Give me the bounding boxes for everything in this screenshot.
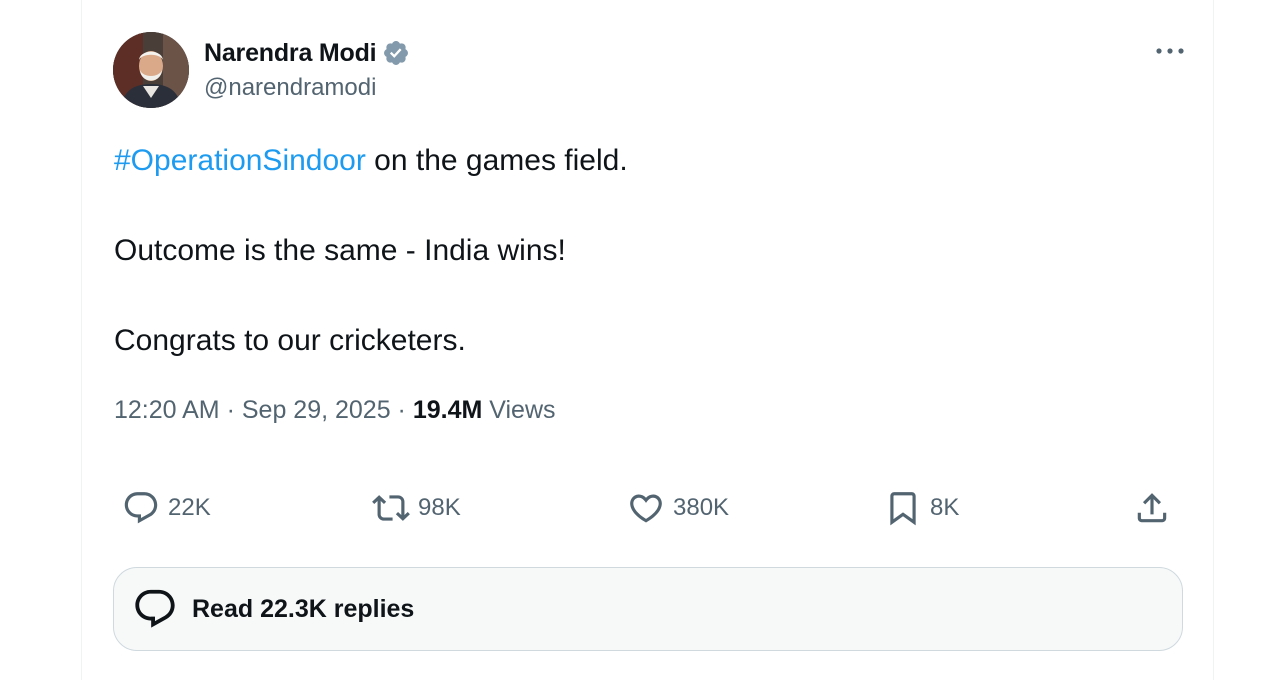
tweet-line-2: Outcome is the same - India wins! [114,234,566,267]
like-count: 380K [673,494,730,521]
views-count[interactable]: 19.4M [413,396,482,424]
tweet-line-1-text: on the games field. [365,144,628,177]
bookmark-icon [890,492,916,526]
author-name-row: Narendra Modi [204,36,410,70]
tweet-meta: 12:20 AM · Sep 29, 2025 · 19.4M Views [114,396,556,425]
replies-icon [135,589,175,628]
retweet-count: 98K [418,494,461,521]
reply-button[interactable]: 22K [122,486,211,530]
tweet-text: #OperationSindoor on the games field. Ou… [114,138,1174,363]
meta-separator: · [390,396,413,424]
meta-separator: · [219,396,242,424]
reply-count: 22K [168,494,211,521]
tweet-card: Narendra Modi @narendramodi #OperationSi… [81,0,1214,680]
share-button[interactable] [1133,486,1171,530]
bookmark-button[interactable]: 8K [884,486,959,530]
tweet-date[interactable]: Sep 29, 2025 [242,396,391,424]
more-options-button[interactable] [1150,36,1190,66]
page: Narendra Modi @narendramodi #OperationSi… [0,0,1280,680]
retweet-button[interactable]: 98K [372,486,461,530]
hashtag-link[interactable]: #OperationSindoor [114,144,366,177]
read-replies-label: Read 22.3K replies [192,594,415,623]
bookmark-count: 8K [930,494,960,521]
author-handle[interactable]: @narendramodi [204,74,376,102]
author-display-name[interactable]: Narendra Modi [204,39,377,68]
tweet-time[interactable]: 12:20 AM [114,396,220,424]
views-label: Views [482,396,556,424]
avatar-image [113,32,189,108]
action-bar: 22K 98K 380K 8K [122,486,1174,530]
tweet-line-1: #OperationSindoor on the games field. [114,138,1174,183]
more-dots-icon [1156,48,1184,54]
verified-badge-icon[interactable] [382,39,410,67]
avatar[interactable] [113,32,189,108]
read-replies-button[interactable]: Read 22.3K replies [113,567,1183,651]
share-icon [1137,493,1167,523]
reply-icon [124,492,158,524]
like-button[interactable]: 380K [627,486,729,530]
retweet-icon [372,495,410,521]
tweet-line-3: Congrats to our cricketers. [114,324,466,357]
like-icon [630,494,662,523]
